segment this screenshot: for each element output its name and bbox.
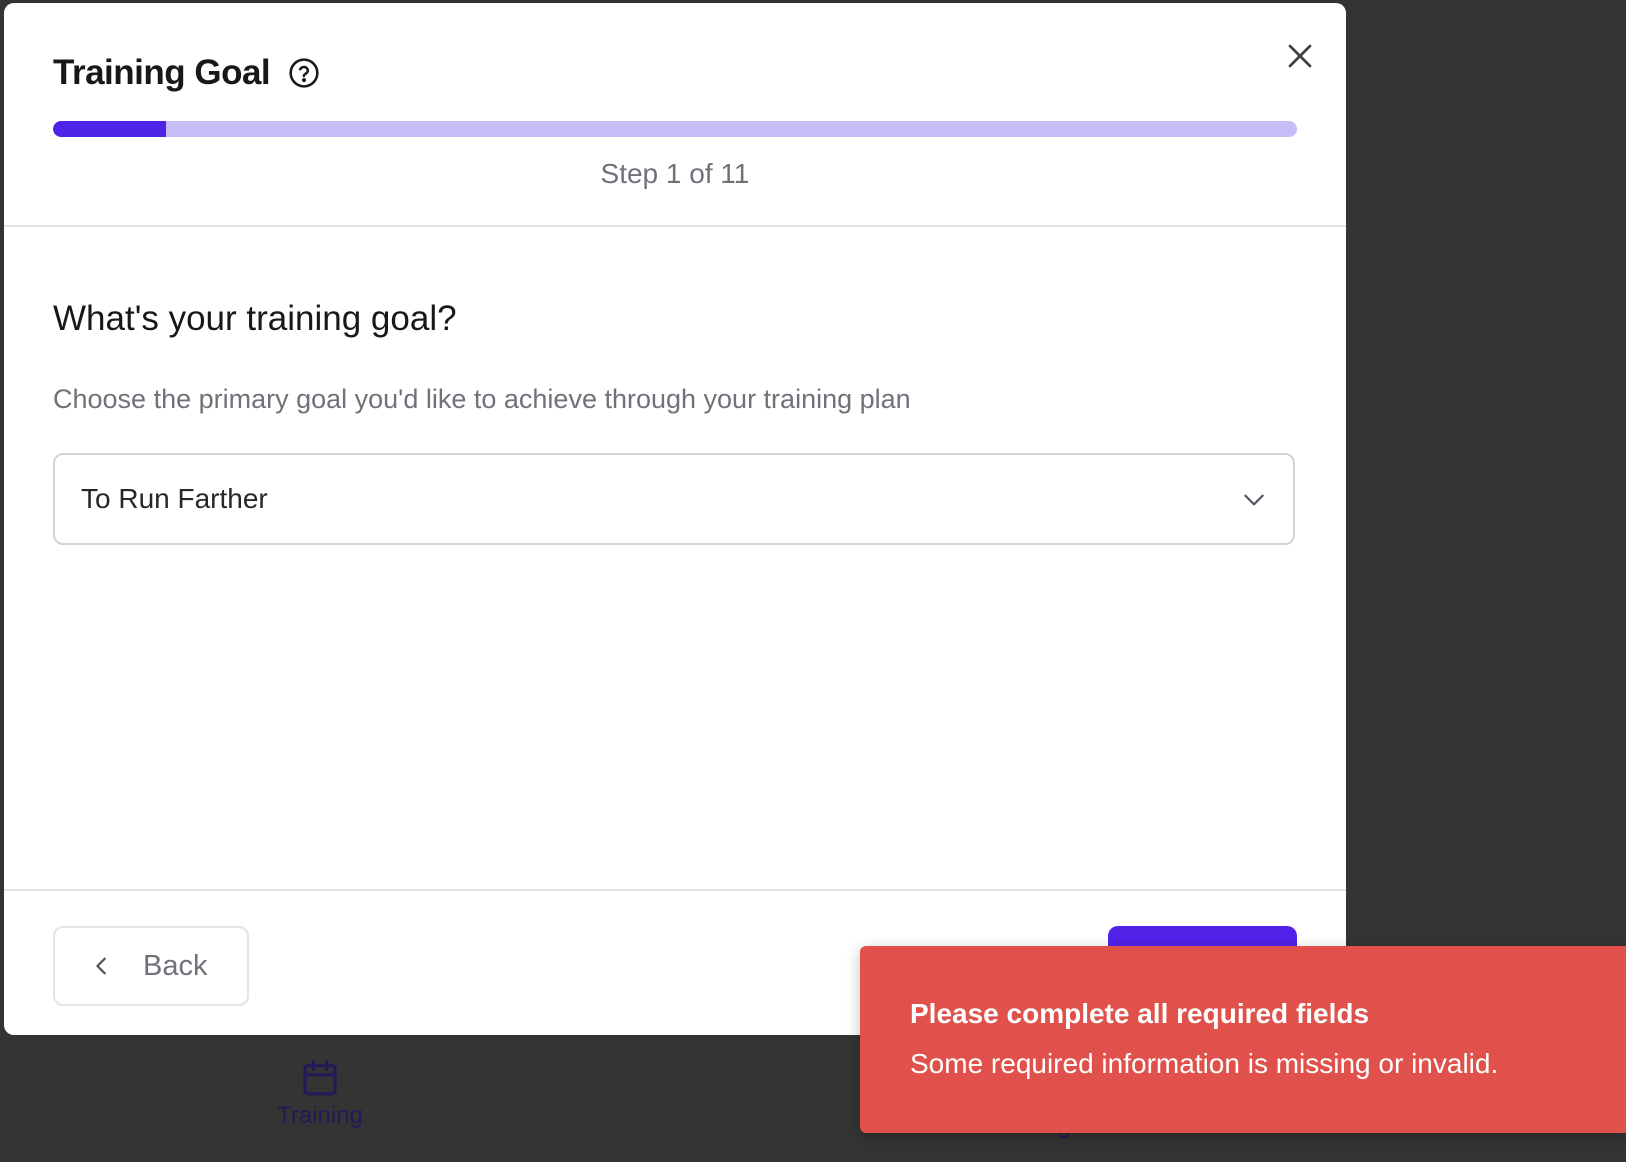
back-button-label: Back — [143, 949, 208, 982]
question-heading: What's your training goal? — [53, 299, 457, 338]
back-button[interactable]: Back — [53, 926, 249, 1006]
training-goal-modal: Training Goal Step 1 of 11 What's your t… — [4, 3, 1346, 1035]
question-description: Choose the primary goal you'd like to ac… — [53, 384, 911, 414]
chevron-left-icon — [96, 957, 106, 975]
training-goal-select[interactable]: To Run Farther — [53, 453, 1295, 545]
chevron-down-icon — [1244, 494, 1264, 506]
close-icon[interactable] — [1280, 36, 1320, 76]
modal-body: What's your training goal? Choose the pr… — [4, 227, 1346, 891]
title-row: Training Goal — [53, 53, 320, 93]
toast-message: Some required information is missing or … — [910, 1048, 1499, 1079]
toast-title: Please complete all required fields — [910, 998, 1370, 1029]
progress-bar-fill — [53, 121, 167, 137]
error-toast[interactable]: Please complete all required fields Some… — [860, 946, 1626, 1133]
step-indicator: Step 1 of 11 — [600, 158, 750, 189]
modal-title: Training Goal — [53, 53, 271, 92]
help-circle-icon[interactable] — [288, 57, 320, 89]
select-value: To Run Farther — [81, 483, 268, 514]
bottom-nav-item-training[interactable]: Training — [270, 1058, 370, 1130]
calendar-icon — [303, 1060, 337, 1096]
bottom-nav-label-training: Training — [277, 1102, 363, 1129]
progress-bar — [53, 121, 1297, 137]
modal-header: Training Goal Step 1 of 11 — [4, 3, 1346, 227]
